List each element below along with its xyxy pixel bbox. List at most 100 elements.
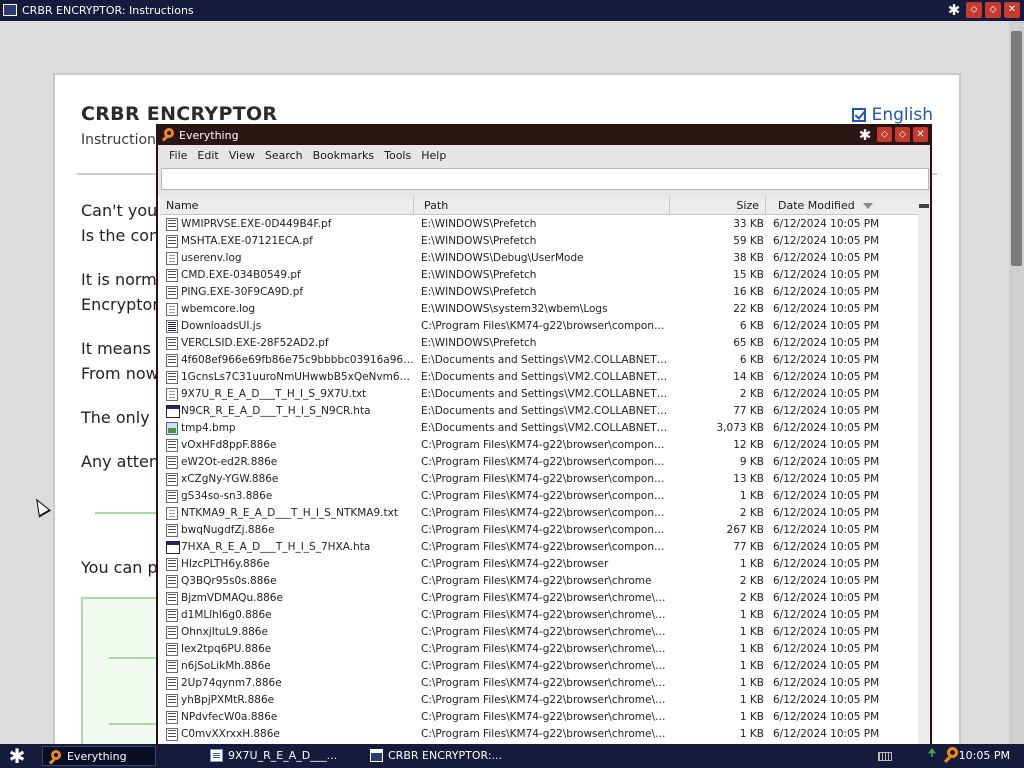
everything-icon[interactable] bbox=[943, 747, 958, 764]
table-row[interactable]: Q3BQr95s0s.886e C:\Program Files\KM74-g22… bbox=[160, 573, 918, 590]
maximize-button[interactable]: ⬦ bbox=[895, 127, 910, 142]
file-date-modified: 6/12/2024 10:05 PM bbox=[773, 575, 880, 587]
file-path: C:\Program Files\KM74-g22\browser\chrome… bbox=[421, 643, 670, 655]
table-row[interactable]: 4f608ef966e69fb86e75c9bbbbc03916a96ba7..… bbox=[160, 352, 918, 369]
table-row[interactable]: gS34so-sn3.886e C:\Program Files\KM74-g22… bbox=[160, 488, 918, 505]
results-scrollbar[interactable] bbox=[918, 196, 930, 746]
close-button[interactable]: ✕ bbox=[1004, 2, 1020, 18]
language-selector[interactable]: English bbox=[851, 105, 933, 125]
menu-search[interactable]: Search bbox=[260, 149, 308, 162]
table-row[interactable]: xCZgNy-YGW.886e C:\Program Files\KM74-g22… bbox=[160, 471, 918, 488]
column-header-name[interactable]: Name bbox=[160, 196, 414, 215]
start-button[interactable]: ✱ bbox=[4, 745, 30, 767]
checkbox-icon bbox=[851, 108, 866, 122]
results-list: WMIPRVSE.EXE-0D449B4F.pf E:\WINDOWS\Prefe… bbox=[160, 216, 918, 743]
table-row[interactable]: C0mvXXrxxH.886e C:\Program Files\KM74-g22… bbox=[160, 726, 918, 743]
minimize-button[interactable]: ⬦ bbox=[966, 2, 982, 18]
file-size: 2 KB bbox=[739, 388, 764, 400]
menu-bookmarks[interactable]: Bookmarks bbox=[308, 149, 379, 162]
menu-help[interactable]: Help bbox=[416, 149, 451, 162]
table-row[interactable]: n6jSoLikMh.886e C:\Program Files\KM74-g22… bbox=[160, 658, 918, 675]
file-name: d1MLlhl6g0.886e bbox=[181, 609, 272, 621]
everything-titlebar[interactable]: Everything ✱ ⬦ ⬦ ✕ bbox=[158, 126, 930, 145]
file-path: C:\Program Files\KM74-g22\browser\compon… bbox=[421, 320, 670, 332]
file-path: E:\WINDOWS\Prefetch bbox=[421, 286, 537, 298]
file-pf-icon bbox=[166, 609, 178, 622]
maximize-button[interactable]: ⬦ bbox=[985, 2, 1001, 18]
file-path: C:\Program Files\KM74-g22\browser\compon… bbox=[421, 541, 670, 553]
star-icon[interactable]: ✱ bbox=[945, 2, 963, 18]
table-row[interactable]: NTKMA9_R_E_A_D___T_H_I_S_NTKMA9.txt C:\Pr… bbox=[160, 505, 918, 522]
file-size: 1 KB bbox=[739, 643, 764, 655]
menu-edit[interactable]: Edit bbox=[192, 149, 223, 162]
file-name: bwqNugdfZj.886e bbox=[181, 524, 275, 536]
file-size: 1 KB bbox=[739, 626, 764, 638]
table-row[interactable]: 1GcnsLs7C31uuroNmUHwwbB5xQeNvm63Ee[1] E:\… bbox=[160, 369, 918, 386]
scrollbar-thumb[interactable] bbox=[1011, 31, 1022, 266]
file-date-modified: 6/12/2024 10:05 PM bbox=[773, 711, 880, 723]
instruction-text: Is the con bbox=[81, 226, 160, 245]
taskbar-item-everything[interactable]: Everything bbox=[42, 746, 156, 766]
menu-bar: File Edit View Search Bookmarks Tools He… bbox=[158, 145, 930, 166]
table-row[interactable]: WMIPRVSE.EXE-0D449B4F.pf E:\WINDOWS\Prefe… bbox=[160, 216, 918, 233]
table-row[interactable]: HIzcPLTH6y.886e C:\Program Files\KM74-g22… bbox=[160, 556, 918, 573]
table-row[interactable]: VERCLSID.EXE-28F52AD2.pf E:\WINDOWS\Prefe… bbox=[160, 335, 918, 352]
search-input[interactable] bbox=[161, 168, 929, 190]
table-row[interactable]: d1MLlhl6g0.886e C:\Program Files\KM74-g22… bbox=[160, 607, 918, 624]
table-row[interactable]: wbemcore.log E:\WINDOWS\system32\wbem\Log… bbox=[160, 301, 918, 318]
table-row[interactable]: 2Up74qynm7.886e C:\Program Files\KM74-g22… bbox=[160, 675, 918, 692]
file-pf-icon bbox=[166, 677, 178, 690]
table-row[interactable]: PING.EXE-30F9CA9D.pf E:\WINDOWS\Prefetch 1… bbox=[160, 284, 918, 301]
file-name: PING.EXE-30F9CA9D.pf bbox=[181, 286, 304, 298]
taskbar-item-readme[interactable]: 9X7U_R_E_A_D___... bbox=[204, 746, 354, 766]
table-row[interactable]: 7HXA_R_E_A_D___T_H_I_S_7HXA.hta C:\Progra… bbox=[160, 539, 918, 556]
column-header-size[interactable]: Size bbox=[670, 196, 766, 215]
network-icon[interactable] bbox=[926, 748, 938, 762]
minimize-button[interactable]: ⬦ bbox=[877, 127, 892, 142]
menu-view[interactable]: View bbox=[224, 149, 260, 162]
table-row[interactable]: DownloadsUI.js C:\Program Files\KM74-g22\… bbox=[160, 318, 918, 335]
menu-tools[interactable]: Tools bbox=[379, 149, 416, 162]
table-row[interactable]: vOxHFd8ppF.886e C:\Program Files\KM74-g22… bbox=[160, 437, 918, 454]
close-button[interactable]: ✕ bbox=[913, 127, 928, 142]
file-name: vOxHFd8ppF.886e bbox=[181, 439, 277, 451]
file-pf-icon bbox=[166, 643, 178, 656]
file-path: E:\WINDOWS\Prefetch bbox=[421, 269, 537, 281]
table-row[interactable]: yhBpjPXMtR.886e C:\Program Files\KM74-g22… bbox=[160, 692, 918, 709]
everything-window: Everything ✱ ⬦ ⬦ ✕ File Edit View Search… bbox=[156, 124, 932, 746]
column-header-date-modified[interactable]: Date Modified bbox=[766, 196, 920, 215]
crbr-window-titlebar[interactable]: CRBR ENCRYPTOR: Instructions ✱ ⬦ ⬦ ✕ bbox=[0, 0, 1024, 21]
file-name: wbemcore.log bbox=[181, 303, 256, 315]
table-row[interactable]: userenv.log E:\WINDOWS\Debug\UserMode 38 K… bbox=[160, 250, 918, 267]
menu-file[interactable]: File bbox=[164, 149, 192, 162]
star-icon[interactable]: ✱ bbox=[856, 127, 874, 143]
table-row[interactable]: eW2Ot-ed2R.886e C:\Program Files\KM74-g22… bbox=[160, 454, 918, 471]
file-date-modified: 6/12/2024 10:05 PM bbox=[773, 694, 880, 706]
taskbar-item-crbr[interactable]: CRBR ENCRYPTOR:... bbox=[364, 746, 524, 766]
crbr-window-scrollbar[interactable] bbox=[1009, 21, 1024, 744]
window-icon bbox=[3, 4, 17, 16]
file-pf-icon bbox=[166, 524, 178, 537]
instruction-text: Encryptor bbox=[81, 295, 159, 314]
table-row[interactable]: tmp4.bmp E:\Documents and Settings\VM2.CO… bbox=[160, 420, 918, 437]
file-path: E:\WINDOWS\system32\wbem\Logs bbox=[421, 303, 608, 315]
table-row[interactable]: MSHTA.EXE-07121ECA.pf E:\WINDOWS\Prefetch… bbox=[160, 233, 918, 250]
file-name: eW2Ot-ed2R.886e bbox=[181, 456, 278, 468]
scrollbar-thumb[interactable] bbox=[919, 204, 929, 208]
keyboard-icon[interactable] bbox=[878, 752, 892, 761]
table-row[interactable]: NPdvfecW0a.886e C:\Program Files\KM74-g22… bbox=[160, 709, 918, 726]
table-row[interactable]: bwqNugdfZj.886e C:\Program Files\KM74-g22… bbox=[160, 522, 918, 539]
table-row[interactable]: Iex2tpq6PU.886e C:\Program Files\KM74-g22… bbox=[160, 641, 918, 658]
everything-icon bbox=[48, 750, 62, 765]
table-row[interactable]: BjzmVDMAQu.886e C:\Program Files\KM74-g22… bbox=[160, 590, 918, 607]
file-size: 6 KB bbox=[739, 320, 764, 332]
file-name: BjzmVDMAQu.886e bbox=[181, 592, 283, 604]
language-label: English bbox=[871, 105, 933, 125]
table-row[interactable]: 9X7U_R_E_A_D___T_H_I_S_9X7U.txt E:\Docume… bbox=[160, 386, 918, 403]
table-row[interactable]: OhnxjItuL9.886e C:\Program Files\KM74-g22… bbox=[160, 624, 918, 641]
file-pf-icon bbox=[166, 694, 178, 707]
table-row[interactable]: N9CR_R_E_A_D___T_H_I_S_N9CR.hta E:\Docume… bbox=[160, 403, 918, 420]
notepad-icon bbox=[210, 749, 223, 762]
table-row[interactable]: CMD.EXE-034B0549.pf E:\WINDOWS\Prefetch 15… bbox=[160, 267, 918, 284]
column-header-path[interactable]: Path bbox=[414, 196, 670, 215]
